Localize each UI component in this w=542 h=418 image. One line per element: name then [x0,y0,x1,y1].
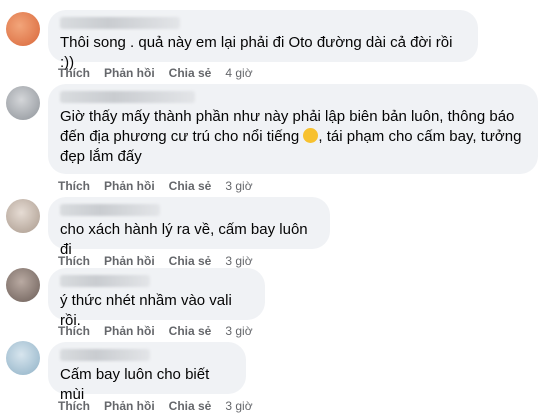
reply-button[interactable]: Phản hồi [104,66,155,80]
reply-button[interactable]: Phản hồi [104,399,155,413]
author-name-blurred[interactable] [60,275,150,287]
share-button[interactable]: Chia sẻ [169,179,212,193]
like-button[interactable]: Thích [58,399,90,413]
comment-bubble: Cấm bay luôn cho biết mùi [48,342,246,403]
comment-bubble: Giờ thấy mấy thành phần như này phải lập… [48,84,538,174]
comment-bubble: ý thức nhét nhầm vào vali rồi. [48,268,265,329]
reply-button[interactable]: Phản hồi [104,254,155,268]
avatar[interactable] [6,268,40,302]
timestamp[interactable]: 4 giờ [225,66,252,80]
comment-bubble: cho xách hành lý ra về, cấm bay luôn đi [48,197,330,258]
reply-button[interactable]: Phản hồi [104,179,155,193]
avatar[interactable] [6,199,40,233]
comment-bubble: Thôi song . quả này em lại phải đi Oto đ… [48,10,478,71]
share-button[interactable]: Chia sẻ [169,254,212,268]
share-button[interactable]: Chia sẻ [169,324,212,338]
share-button[interactable]: Chia sẻ [169,66,212,80]
comment-text: Giờ thấy mấy thành phần như này phải lập… [60,107,526,167]
timestamp[interactable]: 3 giờ [225,399,252,413]
reply-button[interactable]: Phản hồi [104,324,155,338]
author-name-blurred[interactable] [60,91,195,103]
timestamp[interactable]: 3 giờ [225,254,252,268]
timestamp[interactable]: 3 giờ [225,324,252,338]
author-name-blurred[interactable] [60,17,180,29]
author-name-blurred[interactable] [60,204,160,216]
like-button[interactable]: Thích [58,324,90,338]
comment-actions: Thích Phản hồi Chia sẻ 4 giờ [58,66,267,80]
laughing-face-icon [303,128,319,143]
like-button[interactable]: Thích [58,254,90,268]
avatar[interactable] [6,341,40,375]
comment-actions: Thích Phản hồi Chia sẻ 3 giờ [58,179,267,193]
avatar[interactable] [6,86,40,120]
comment-actions: Thích Phản hồi Chia sẻ 3 giờ [58,324,267,338]
author-name-blurred[interactable] [60,349,150,361]
comment-actions: Thích Phản hồi Chia sẻ 3 giờ [58,399,267,413]
comment-actions: Thích Phản hồi Chia sẻ 3 giờ [58,254,267,268]
share-button[interactable]: Chia sẻ [169,399,212,413]
avatar[interactable] [6,12,40,46]
like-button[interactable]: Thích [58,179,90,193]
timestamp[interactable]: 3 giờ [225,179,252,193]
like-button[interactable]: Thích [58,66,90,80]
